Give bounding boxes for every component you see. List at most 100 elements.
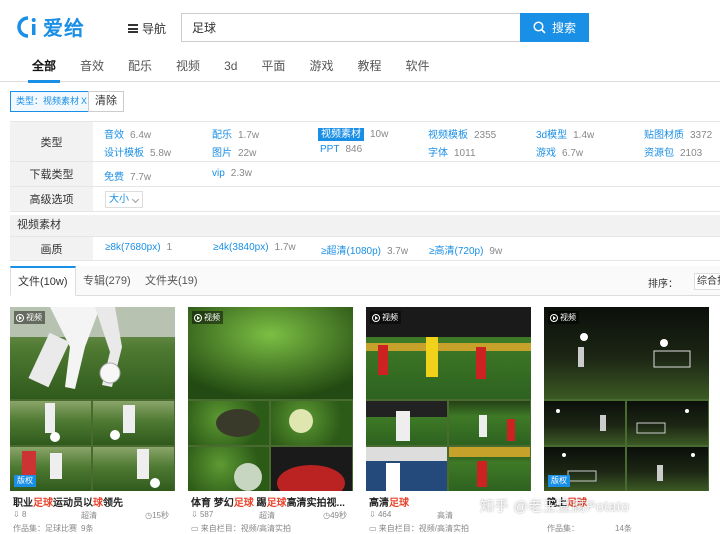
quality-option[interactable]: ≥4k(3840px) 1.7w <box>213 242 296 253</box>
result-card[interactable]: 视频 体育 梦幻足球 踢足球高清实拍视... ⇩ 587 超清 ◷49秒 ▭ 来… <box>188 307 353 534</box>
quality-filter-row: 画质 ≥8k(7680px) 1 ≥4k(3840px) 1.7w ≥超清(1080… <box>10 237 720 261</box>
views-icon: ⇩ <box>369 510 376 519</box>
type-option[interactable]: 配乐 1.7w <box>212 126 259 141</box>
video-thumbnail[interactable]: 视频 <box>188 307 353 491</box>
quality-option[interactable]: ≥高清(720p) 9w <box>429 242 502 257</box>
active-filter-chip[interactable]: 类型：视频素材 X <box>10 91 94 112</box>
download-filter-label: 下载类型 <box>10 162 93 186</box>
tab-albums[interactable]: 专辑(279) <box>76 266 138 296</box>
watermark-text: 知乎 @老王豆腐Potato <box>480 498 630 514</box>
tab-3d[interactable]: 3d <box>212 52 249 81</box>
remove-filter-icon[interactable]: X <box>81 96 87 106</box>
views-icon: ⇩ <box>13 510 20 519</box>
thumbnail-frame <box>93 447 174 491</box>
video-tag: 视频 <box>192 311 223 324</box>
duration: 49秒 <box>330 511 347 520</box>
quality-text: 超清 <box>81 511 97 520</box>
tab-software[interactable]: 软件 <box>393 52 441 81</box>
thumbnail-frame <box>271 447 352 491</box>
logo-text: 爱给 <box>43 18 85 40</box>
chip-label: 类型：视频素材 <box>16 96 80 106</box>
quality-filter-label: 画质 <box>10 237 93 260</box>
type-option[interactable]: 设计模板 5.8w <box>104 144 171 159</box>
card-meta: ⇩ 8 超清 ◷15秒 <box>13 510 169 520</box>
download-option[interactable]: 免费 7.7w <box>104 168 151 183</box>
video-thumbnail[interactable]: 视频 <box>366 307 531 491</box>
views-icon: ⇩ <box>191 510 198 519</box>
folder-icon: ▭ <box>191 524 199 533</box>
download-option[interactable]: vip 2.3w <box>212 168 252 179</box>
tab-graphic[interactable]: 平面 <box>249 52 297 81</box>
tab-game[interactable]: 游戏 <box>297 52 345 81</box>
source-link[interactable]: 视频/高清实拍 <box>419 524 469 533</box>
thumbnail-frame <box>271 401 352 445</box>
result-card[interactable]: 视频 版权 职业足球运动员以球领先 ⇩ 8 超清 ◷15秒 作品集：足球比赛 9条 <box>10 307 175 534</box>
video-tag: 视频 <box>548 311 579 324</box>
search-input[interactable] <box>181 13 521 42</box>
card-meta: ⇩ 587 超清 ◷49秒 <box>191 510 347 520</box>
type-filter-row: 类型 音效 6.4w 配乐 1.7w 视频素材 10w 视频模板 2355 3d模型 1.… <box>10 122 720 162</box>
logo[interactable]: 爱给 <box>15 12 85 41</box>
quality-option[interactable]: ≥超清(1080p) 3.7w <box>321 242 408 257</box>
video-tag: 视频 <box>370 311 401 324</box>
quality-text: 高清 <box>437 511 453 520</box>
thumbnail-frame <box>10 401 91 445</box>
type-option[interactable]: 资源包 2103 <box>644 144 702 159</box>
type-option[interactable]: 游戏 6.7w <box>536 144 583 159</box>
quality-text: 超清 <box>259 511 275 520</box>
card-source: ▭ 来自栏目：视频/高清实拍 <box>369 524 470 533</box>
thumbnail-frame <box>627 447 708 491</box>
tab-tutorial[interactable]: 教程 <box>345 52 393 81</box>
filter-panel: 类型 音效 6.4w 配乐 1.7w 视频素材 10w 视频模板 2355 3d模型 1.… <box>10 121 720 212</box>
search-button[interactable]: 搜索 <box>520 13 589 42</box>
tab-files[interactable]: 文件(10w) <box>10 266 76 296</box>
clear-filters-button[interactable]: 清除 <box>88 91 124 112</box>
thumbnail-frame <box>449 401 530 445</box>
tab-music[interactable]: 配乐 <box>116 52 164 81</box>
thumbnail-frame <box>627 401 708 445</box>
play-icon <box>372 313 380 322</box>
video-tag: 视频 <box>14 311 45 324</box>
chevron-down-icon <box>131 195 140 204</box>
category-tabs: 全部 音效 配乐 视频 3d 平面 游戏 教程 软件 <box>0 52 720 83</box>
card-title[interactable]: 职业足球运动员以球领先 <box>13 494 173 509</box>
play-icon <box>550 313 558 322</box>
tab-folders[interactable]: 文件夹(19) <box>138 266 205 296</box>
nav-menu-button[interactable]: 导航 <box>128 20 166 37</box>
section-title: 视频素材 <box>10 215 720 236</box>
type-option[interactable]: 字体 1011 <box>428 144 476 159</box>
tab-all[interactable]: 全部 <box>20 52 68 83</box>
sort-select[interactable]: 综合排序 <box>694 273 720 290</box>
thumbnail-frame <box>449 447 530 491</box>
type-filter-label: 类型 <box>10 122 93 161</box>
thumbnail-frame <box>366 401 447 445</box>
type-option[interactable]: 视频模板 2355 <box>428 126 496 141</box>
tab-video[interactable]: 视频 <box>164 52 212 81</box>
card-title[interactable]: 体育 梦幻足球 踢足球高清实拍视... <box>191 494 351 509</box>
play-icon <box>16 313 24 322</box>
thumbnail-frame <box>366 447 447 491</box>
type-option[interactable]: 贴图材质 3372 <box>644 126 712 141</box>
quality-option[interactable]: ≥8k(7680px) 1 <box>105 242 172 253</box>
type-option[interactable]: 3d模型 1.4w <box>536 126 594 141</box>
nav-label: 导航 <box>142 22 167 36</box>
thumbnail-frame <box>188 401 269 445</box>
size-dropdown[interactable]: 大小 <box>105 191 143 208</box>
play-icon <box>194 313 202 322</box>
type-option-selected[interactable]: 视频素材 10w <box>318 125 388 141</box>
thumbnail-frame <box>188 447 269 491</box>
sort-label: 排序： <box>648 279 678 290</box>
result-tabs: 文件(10w) 专辑(279) 文件夹(19) 排序： 综合排序 <box>10 266 720 296</box>
type-option[interactable]: 音效 6.4w <box>104 126 151 141</box>
copyright-badge: 版权 <box>548 475 570 487</box>
search-icon <box>533 21 546 34</box>
type-option[interactable]: PPT 846 <box>320 144 362 155</box>
tab-sound[interactable]: 音效 <box>68 52 116 81</box>
duration: 15秒 <box>152 511 169 520</box>
video-thumbnail[interactable]: 视频 版权 <box>10 307 175 491</box>
video-thumbnail[interactable]: 视频 版权 <box>544 307 709 491</box>
source-link[interactable]: 足球比赛 <box>45 524 77 533</box>
type-option[interactable]: 图片 22w <box>212 144 256 159</box>
source-link[interactable]: 视频/高清实拍 <box>241 524 291 533</box>
download-filter-row: 下载类型 免费 7.7w vip 2.3w <box>10 162 720 187</box>
